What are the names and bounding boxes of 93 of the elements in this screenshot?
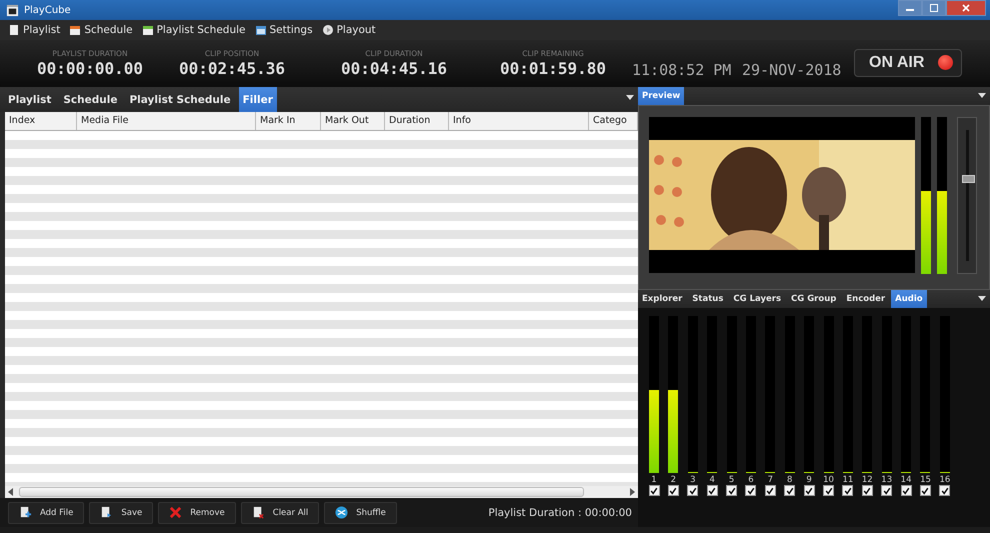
toolbar-button[interactable]: Save (89, 502, 154, 524)
tab[interactable]: Playlist Schedule (125, 87, 235, 112)
tab[interactable]: Encoder (842, 290, 890, 308)
channel-checkbox[interactable] (920, 485, 931, 496)
window-icon (254, 24, 266, 36)
channel-checkbox[interactable] (939, 485, 950, 496)
play-icon (322, 24, 334, 36)
toolbar-button[interactable]: Add File (8, 502, 84, 524)
menu-item[interactable]: Schedule (69, 24, 133, 36)
menu-item[interactable]: Playlist (8, 24, 60, 36)
playlist-duration-status: Playlist Duration : 00:00:00 (488, 506, 632, 518)
channel-checkbox[interactable] (842, 485, 854, 496)
channel-checkbox[interactable] (900, 485, 912, 496)
channel-number: 13 (881, 475, 892, 485)
channel-checkbox[interactable] (668, 485, 679, 496)
shuffle-icon (335, 506, 348, 519)
tab[interactable]: Playlist (4, 87, 56, 112)
scroll-right-icon[interactable] (630, 488, 635, 496)
save-document-icon (100, 506, 114, 519)
tab[interactable]: CG Group (787, 290, 840, 308)
channel-number: 7 (768, 475, 774, 485)
tab[interactable]: Audio (891, 290, 927, 308)
tab[interactable]: Filler (238, 87, 277, 112)
document-icon (8, 24, 20, 36)
maximize-button[interactable] (922, 0, 946, 16)
clock-date: 29-NOV-2018 (742, 60, 842, 78)
menu-item[interactable]: Settings (254, 24, 313, 36)
channel-checkbox[interactable] (745, 485, 756, 496)
toolbar-button[interactable]: Shuffle (324, 502, 397, 524)
channel-checkbox[interactable] (726, 485, 738, 496)
dropdown-icon[interactable] (978, 93, 986, 98)
tab[interactable]: Schedule (59, 87, 122, 112)
dropdown-icon[interactable] (978, 296, 986, 301)
channel-number: 11 (842, 475, 854, 485)
dropdown-icon[interactable] (626, 95, 634, 100)
tab[interactable]: Preview (638, 87, 684, 105)
calendar-icon (142, 24, 154, 36)
channel-number: 5 (728, 475, 734, 485)
channel-number: 8 (787, 475, 792, 485)
column-header[interactable]: Media File (77, 112, 256, 130)
window-title: PlayCube (24, 4, 71, 16)
channel-number: 10 (823, 475, 834, 485)
clear-document-icon (252, 506, 265, 519)
column-header[interactable]: Duration (385, 112, 449, 130)
counter-value: 00:04:45.16 (341, 59, 447, 78)
scroll-left-icon[interactable] (8, 488, 13, 496)
toolbar-button[interactable]: Clear All (240, 502, 320, 524)
channel-number: 4 (709, 475, 715, 485)
slider-thumb[interactable] (962, 174, 974, 183)
app-icon (6, 4, 19, 16)
channel-number: 1 (651, 475, 657, 485)
channel-number: 12 (862, 475, 873, 485)
channel-checkbox[interactable] (764, 485, 776, 496)
channel-checkbox[interactable] (648, 485, 660, 496)
menu-item[interactable]: Playout (322, 24, 376, 36)
scroll-thumb[interactable] (19, 487, 584, 497)
channel-number: 9 (806, 475, 812, 485)
horizontal-scrollbar[interactable] (5, 486, 638, 498)
channel-number: 2 (670, 475, 676, 485)
channel-checkbox[interactable] (804, 485, 815, 496)
on-air-label: ON AIR (869, 54, 924, 72)
column-header[interactable]: Info (449, 112, 589, 130)
channel-number: 16 (939, 475, 950, 485)
column-header[interactable]: Index (5, 112, 77, 130)
channel-checkbox[interactable] (706, 485, 718, 496)
minimize-button[interactable] (898, 0, 922, 16)
channel-checkbox[interactable] (687, 485, 698, 496)
volume-slider[interactable] (957, 117, 977, 274)
counter-value: 00:00:00.00 (37, 59, 143, 78)
channel-checkbox[interactable] (862, 485, 873, 496)
close-icon (961, 4, 971, 12)
tab[interactable]: CG Layers (729, 290, 786, 308)
tab[interactable]: Status (688, 290, 728, 308)
tab[interactable]: Explorer (638, 290, 686, 308)
channel-number: 3 (690, 475, 696, 485)
remove-icon (169, 506, 182, 519)
channel-checkbox[interactable] (823, 485, 834, 496)
menu-item[interactable]: Playlist Schedule (142, 24, 246, 36)
channel-number: 15 (920, 475, 931, 485)
close-button[interactable] (946, 0, 986, 16)
counter-value: 00:02:45.36 (179, 59, 285, 78)
add-document-icon (19, 506, 32, 519)
calendar-icon (69, 24, 82, 36)
channel-checkbox[interactable] (881, 485, 892, 496)
column-header[interactable]: Mark Out (321, 112, 385, 130)
maximize-icon (929, 4, 939, 12)
channel-number: 6 (748, 475, 754, 485)
column-header[interactable]: Mark In (256, 112, 321, 130)
channel-checkbox[interactable] (784, 485, 796, 496)
counter-value: 00:01:59.80 (500, 59, 606, 78)
toolbar-button[interactable]: Remove (158, 502, 236, 524)
clock-time: 11:08:52 PM (632, 60, 732, 78)
channel-number: 14 (900, 475, 912, 485)
